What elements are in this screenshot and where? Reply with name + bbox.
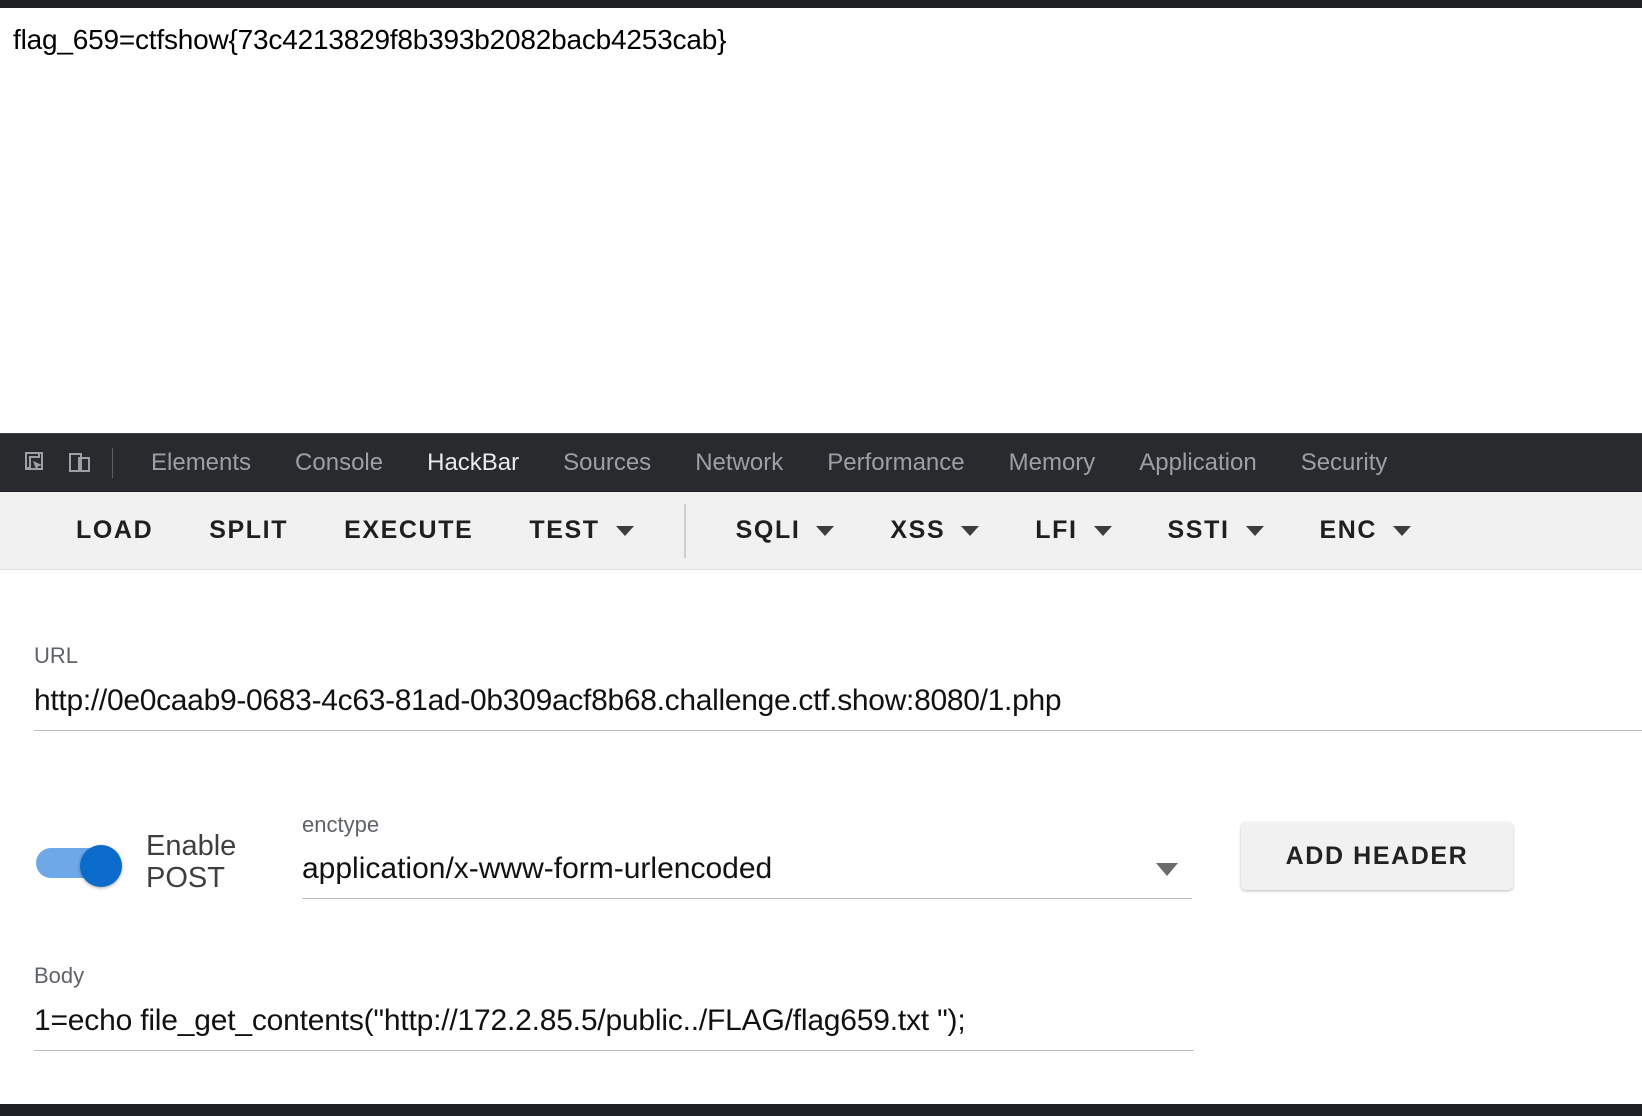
devtools-tab-hackbar[interactable]: HackBar: [405, 434, 541, 492]
hackbar-sqli-label: SQLI: [735, 516, 801, 544]
hackbar-request-form: URL http://0e0caab9-0683-4c63-81ad-0b309…: [0, 570, 1642, 1101]
page-viewport: flag_659=ctfshow{73c4213829f8b393b2082ba…: [0, 8, 1642, 433]
hackbar-load-button[interactable]: LOAD: [48, 492, 181, 569]
devtools-tab-application[interactable]: Application: [1117, 434, 1278, 492]
hackbar-execute-label: EXECUTE: [344, 516, 474, 544]
chevron-down-icon: [615, 525, 634, 536]
hackbar-xss-menu[interactable]: XSS: [862, 492, 1007, 569]
chevron-down-icon[interactable]: [1156, 862, 1178, 876]
devtools-tab-network[interactable]: Network: [673, 434, 805, 492]
chevron-down-icon: [1245, 525, 1264, 536]
hackbar-encoding-label: ENC: [1319, 516, 1378, 544]
hackbar-lfi-label: LFI: [1035, 516, 1078, 544]
devtools-tab-sources[interactable]: Sources: [541, 434, 673, 492]
hackbar-split-button[interactable]: SPLIT: [181, 492, 316, 569]
enctype-select[interactable]: application/x-www-form-urlencoded: [302, 852, 1192, 886]
enctype-field-group: enctype application/x-www-form-urlencode…: [302, 814, 1192, 899]
hackbar-lfi-menu[interactable]: LFI: [1007, 492, 1139, 569]
hackbar-encoding-menu[interactable]: ENC: [1292, 492, 1440, 569]
devtools-tab-elements[interactable]: Elements: [129, 434, 273, 492]
url-input-underline: [34, 730, 1642, 731]
hackbar-test-label: TEST: [529, 516, 600, 544]
page-response-text: flag_659=ctfshow{73c4213829f8b393b2082ba…: [13, 24, 727, 55]
hackbar-ssti-label: SSTI: [1167, 516, 1230, 544]
url-label: URL: [34, 643, 79, 668]
url-field-group: URL http://0e0caab9-0683-4c63-81ad-0b309…: [34, 645, 1642, 731]
hackbar-split-label: SPLIT: [209, 516, 289, 544]
hackbar-load-label: LOAD: [76, 516, 154, 544]
toggle-thumb: [80, 845, 122, 888]
enable-post-label: Enable POST: [146, 830, 237, 895]
body-input[interactable]: 1=echo file_get_contents("http://172.2.8…: [34, 1004, 1194, 1038]
chevron-down-icon: [961, 525, 980, 536]
devtools-tab-console[interactable]: Console: [273, 434, 405, 492]
hackbar-toolbar-divider: [683, 503, 686, 558]
chevron-down-icon: [816, 525, 835, 536]
hackbar-execute-button[interactable]: EXECUTE: [316, 492, 501, 569]
url-input[interactable]: http://0e0caab9-0683-4c63-81ad-0b309acf8…: [34, 684, 1642, 718]
devtools-panel: Elements Console HackBar Sources Network…: [0, 433, 1642, 1108]
chevron-down-icon: [1093, 525, 1112, 536]
add-header-button[interactable]: ADD HEADER: [1241, 822, 1513, 890]
hackbar-test-menu[interactable]: TEST: [501, 492, 661, 569]
devtools-tab-memory[interactable]: Memory: [987, 434, 1118, 492]
browser-window: flag_659=ctfshow{73c4213829f8b393b2082ba…: [0, 0, 1642, 1116]
body-input-underline: [34, 1050, 1194, 1051]
browser-chrome-top-strip: [0, 0, 1642, 8]
hackbar-sqli-menu[interactable]: SQLI: [708, 492, 863, 569]
devtools-tab-bar: Elements Console HackBar Sources Network…: [0, 434, 1642, 492]
post-options-row: Enable POST enctype application/x-www-fo…: [0, 808, 1642, 918]
device-toolbar-icon[interactable]: [58, 441, 102, 485]
toolbar-divider: [112, 447, 113, 478]
hackbar-xss-label: XSS: [890, 516, 946, 544]
hackbar-ssti-menu[interactable]: SSTI: [1140, 492, 1292, 569]
body-field-group: Body 1=echo file_get_contents("http://17…: [34, 965, 1194, 1051]
devtools-tab-performance[interactable]: Performance: [805, 434, 986, 492]
hackbar-toolbar: LOAD SPLIT EXECUTE TEST SQLI XSS LFI SST…: [0, 492, 1642, 570]
enctype-select-underline: [302, 898, 1192, 899]
enctype-selected-value: application/x-www-form-urlencoded: [302, 852, 773, 885]
enable-post-toggle-group[interactable]: Enable POST: [36, 830, 276, 895]
chevron-down-icon: [1393, 525, 1412, 536]
enable-post-toggle[interactable]: [36, 845, 124, 888]
browser-chrome-bottom-strip: [0, 1104, 1642, 1116]
devtools-tab-security[interactable]: Security: [1279, 434, 1410, 492]
body-label: Body: [34, 963, 85, 988]
enctype-label: enctype: [302, 812, 380, 837]
inspect-element-icon[interactable]: [14, 441, 58, 485]
